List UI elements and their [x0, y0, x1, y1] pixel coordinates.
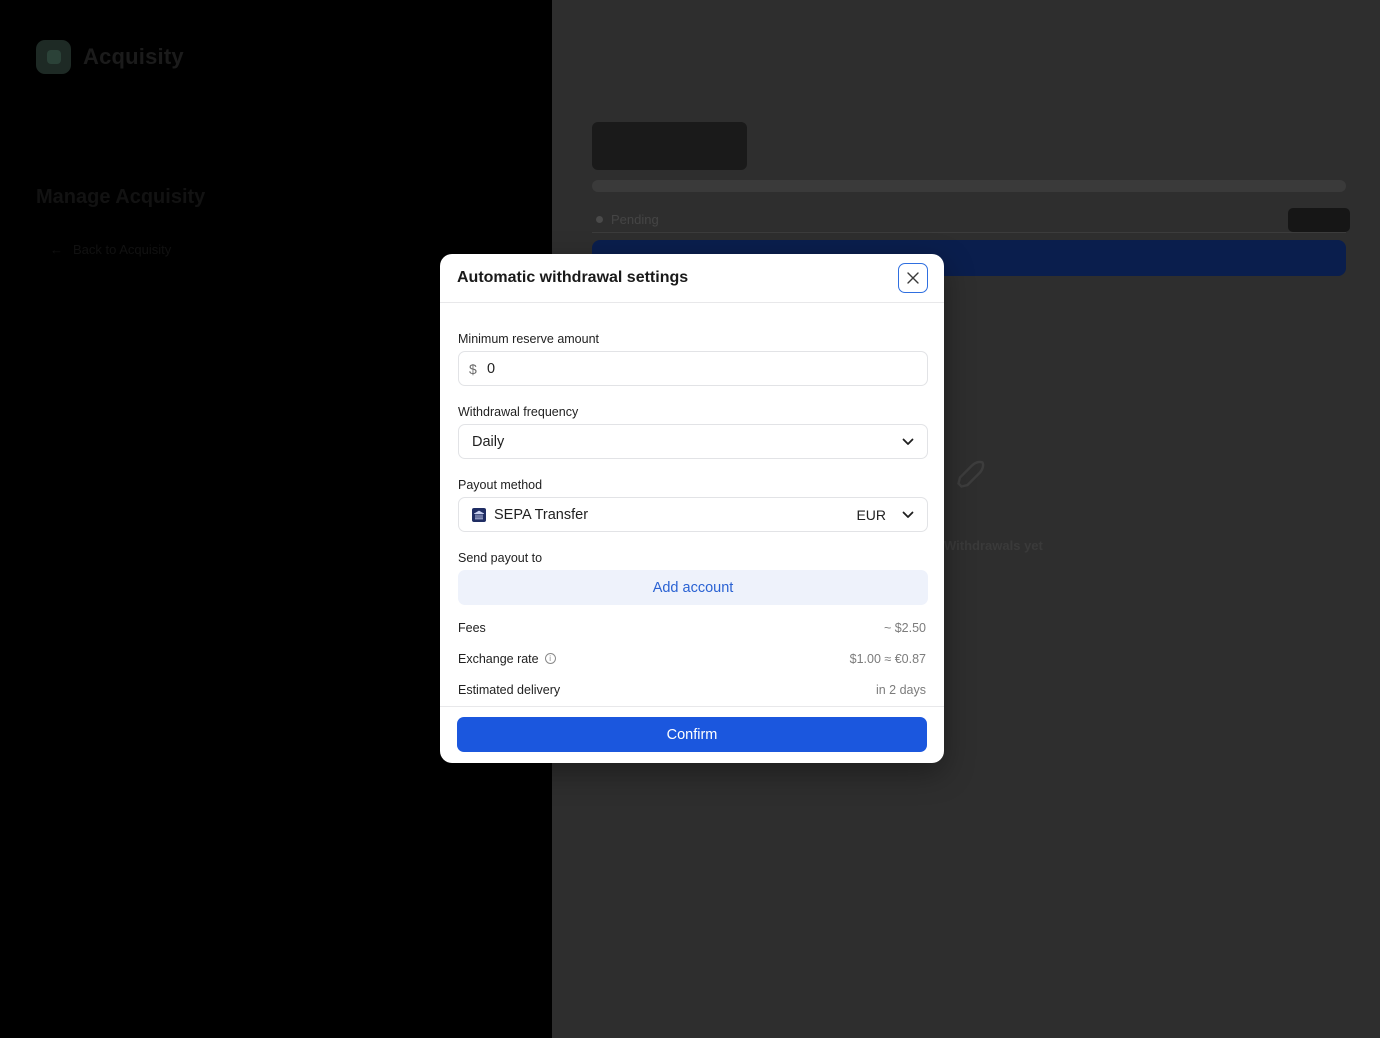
reserve-amount-input[interactable]: $ 0 [458, 351, 928, 386]
bank-icon [472, 507, 486, 522]
exchange-rate-key: Exchange rate i [458, 652, 556, 666]
payout-method-select[interactable]: SEPA Transfer EUR [458, 497, 928, 532]
modal-footer: Confirm [440, 706, 944, 763]
chevron-down-icon [902, 511, 914, 518]
sidebar-title: Manage Acquisity [36, 186, 206, 208]
add-account-button[interactable]: Add account [458, 570, 928, 605]
empty-state-title: Withdrawals yet [944, 538, 1043, 553]
frequency-select[interactable]: Daily [458, 424, 928, 459]
payout-method-value: SEPA Transfer [494, 506, 589, 523]
fees-row: Fees ~ $2.50 [458, 612, 928, 643]
info-icon[interactable]: i [544, 653, 556, 664]
modal-header: Automatic withdrawal settings [440, 254, 944, 303]
reserve-amount-value: 0 [487, 360, 496, 377]
logo-text: Acquisity [83, 44, 184, 69]
reserve-label: Minimum reserve amount [458, 332, 600, 346]
delivery-row: Estimated delivery in 2 days [458, 674, 928, 705]
exchange-rate-label: Exchange rate [458, 651, 539, 666]
modal-body: Minimum reserve amount $ 0 Withdrawal fr… [440, 303, 944, 705]
payout-method-label: Payout method [458, 478, 543, 492]
delivery-label: Estimated delivery [458, 682, 561, 697]
back-link[interactable]: ← Back to Acquisity [50, 242, 171, 257]
balance-placeholder [592, 122, 747, 170]
pending-dot-icon [596, 216, 603, 223]
fees-value: ~ $2.50 [883, 620, 926, 635]
currency-symbol: $ [469, 360, 477, 377]
delivery-value: in 2 days [875, 682, 926, 697]
page: Acquisity Manage Acquisity ← Back to Acq… [0, 0, 1380, 1038]
fees-label: Fees [458, 620, 486, 635]
logo: Acquisity [36, 40, 184, 74]
back-link-label: Back to Acquisity [73, 242, 172, 257]
pending-status: Pending [596, 212, 659, 227]
arrow-left-icon: ← [50, 242, 63, 257]
frequency-value: Daily [472, 433, 505, 450]
exchange-rate-value: $1.00 ≈ €0.87 [849, 651, 926, 666]
confirm-button[interactable]: Confirm [457, 717, 927, 752]
rocket-icon [957, 460, 985, 488]
frequency-label: Withdrawal frequency [458, 405, 579, 419]
pending-pill [1288, 208, 1350, 232]
close-button[interactable] [898, 263, 928, 293]
pending-label: Pending [611, 212, 659, 227]
exchange-rate-row: Exchange rate i $1.00 ≈ €0.87 [458, 643, 928, 674]
withdrawal-settings-modal: Automatic withdrawal settings Minimum re… [440, 254, 944, 763]
close-icon [907, 272, 919, 284]
divider [592, 232, 1346, 233]
balance-progress-bar [592, 180, 1346, 192]
send-payout-label: Send payout to [458, 551, 543, 565]
payout-currency: EUR [856, 506, 886, 523]
logo-icon [36, 40, 71, 74]
chevron-down-icon [902, 438, 914, 445]
modal-title: Automatic withdrawal settings [457, 269, 689, 286]
